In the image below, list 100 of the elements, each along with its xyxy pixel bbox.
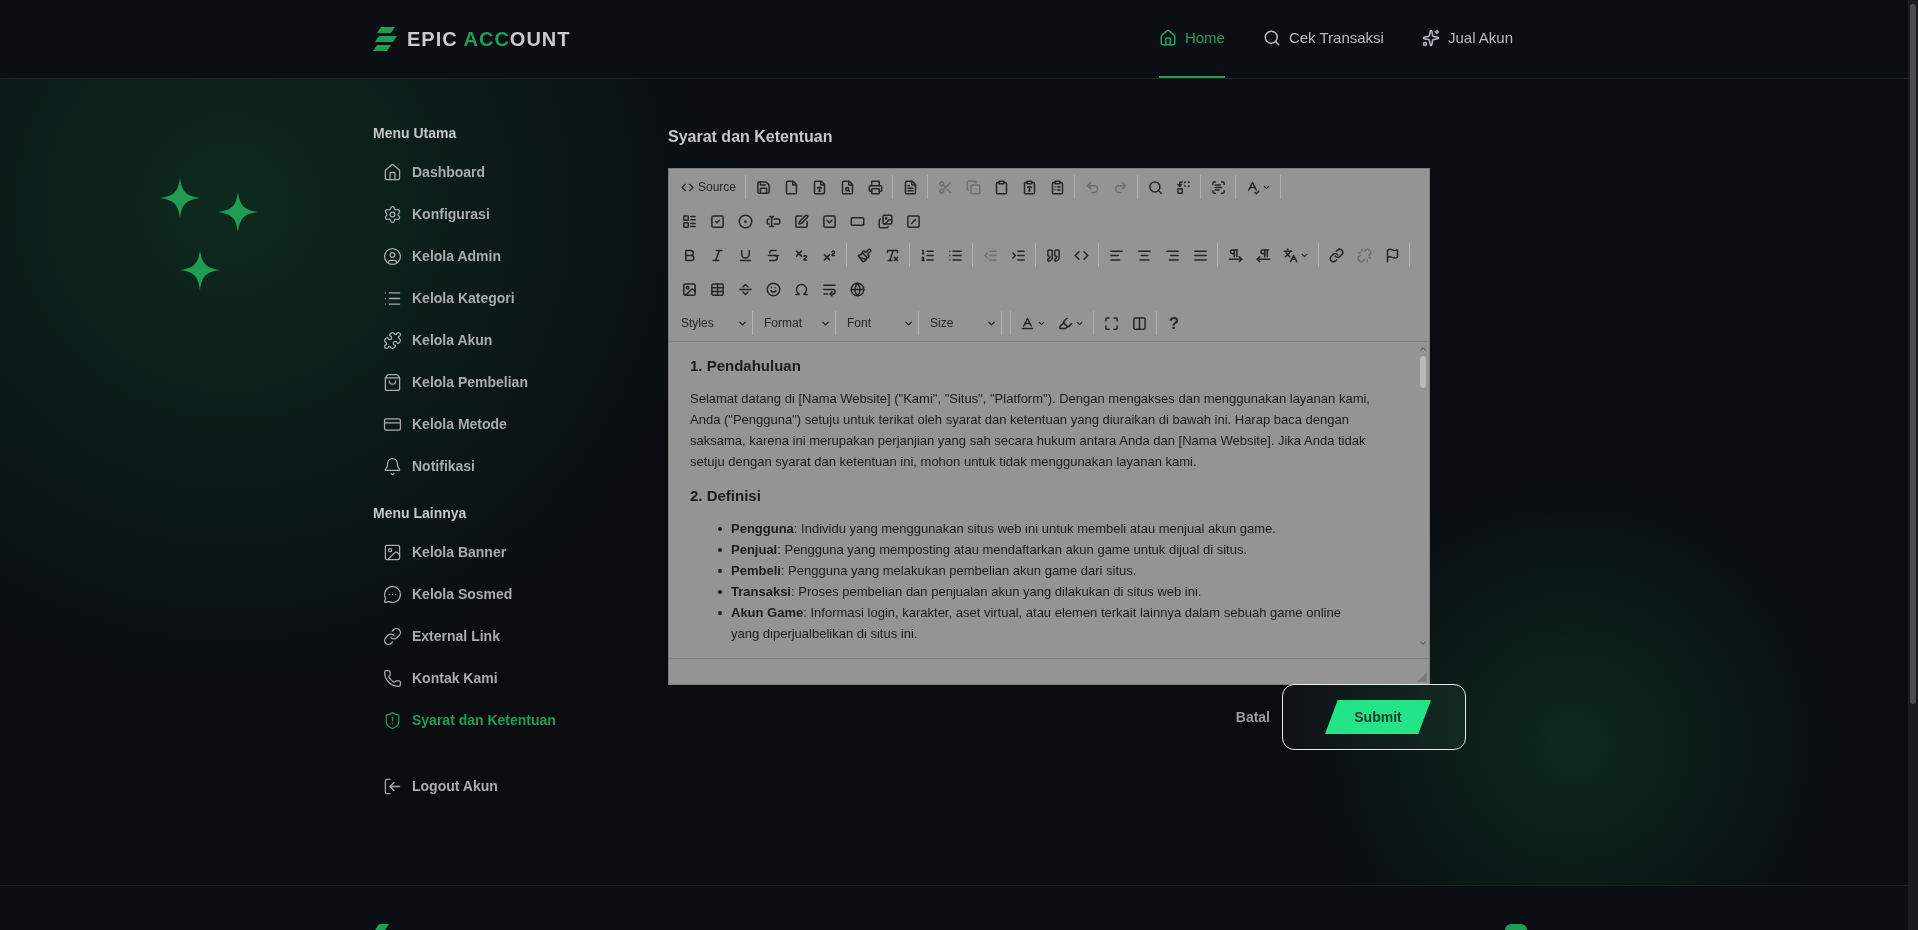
unlink-icon [1356,247,1372,263]
select-icon [821,213,837,229]
alignleft-icon [1108,247,1124,263]
list-item: Pengguna: Individu yang menggunakan situs web ini untuk membeli atau menjual akun game. [731,520,1276,538]
nav-link[interactable]: Cek Transaksi [1262,0,1384,78]
subscript-icon [793,247,809,263]
cancel-button[interactable]: Batal [1231,706,1274,728]
dropdown-select[interactable]: Size [926,311,1002,335]
bullet-icon [718,590,722,594]
newpage-icon [783,179,799,195]
list-item: Transaksi: Proses pembelian dan penjualan akun yang dilakukan di situs web ini. [731,583,1202,601]
sidebar-item[interactable]: Dashboard [373,151,668,193]
pasteword-icon [1049,179,1065,195]
pdf-icon [811,179,827,195]
hr-icon [737,281,753,297]
bag-icon [383,372,402,392]
sidebar-item[interactable]: External Link [373,615,668,657]
resize-handle-icon [1417,672,1427,682]
list-item: Penjual: Pengguna yang memposting atau mendaftarkan akun game untuk dijual di situs. [731,541,1247,559]
submit-button[interactable]: Submit [1325,700,1431,734]
superscript-icon [821,247,837,263]
showblocks-icon [1131,315,1147,331]
sidebar-item[interactable]: Kelola Akun [373,319,668,361]
logout-icon [383,776,402,796]
section-heading: Menu Utama [373,124,458,143]
anchor-icon [1384,247,1400,263]
copy-icon [965,179,981,195]
help-button[interactable]: ? [1162,311,1186,335]
paste-icon [993,179,1009,195]
list-item: Akun Game: Informasi login, karakter, aset virtual, atau elemen terkait lainnya dalam sebuah game online yang diperjualbelikan di situs ini. [731,604,1342,643]
dropdown-select[interactable]: Format [760,311,836,335]
dropdown-select[interactable]: Font [843,311,919,335]
strike-icon [765,247,781,263]
replace-icon [1175,179,1191,195]
scroll-down-icon [1418,638,1428,648]
puzzle-icon [383,330,402,350]
preview-icon [839,179,855,195]
dropdown-select[interactable]: Styles [677,311,753,335]
gear-icon [383,204,402,224]
specialchar-icon [793,281,809,297]
pastetext-icon [1021,179,1037,195]
checkbox-icon [709,213,725,229]
cut-icon [937,179,953,195]
sidebar-item[interactable]: Kelola Metode [373,403,668,445]
nav-link[interactable]: Jual Akun [1421,0,1513,78]
pagebreak-icon [821,281,837,297]
sidebar-item[interactable]: Syarat dan Ketentuan [373,699,668,741]
phone-icon [383,668,402,688]
logout-link[interactable]: Logout Akun [373,765,668,807]
link-icon [383,626,402,646]
link-icon [1328,247,1344,263]
page-title: Syarat dan Ketentuan [668,127,834,147]
sidebar-item[interactable]: Kelola Admin [373,235,668,277]
blockquote-icon [1045,247,1061,263]
copyformat-icon [856,247,872,263]
sidebar-item[interactable]: Kelola Kategori [373,277,668,319]
image-icon [383,542,402,562]
scroll-up-icon [1418,344,1428,354]
print-icon [867,179,883,195]
bell-icon [383,456,402,476]
spellcheck-icon [1245,179,1261,195]
textarea-icon [793,213,809,229]
justify-icon [1192,247,1208,263]
outdent-icon [982,247,998,263]
sidebar-item[interactable]: Kontak Kami [373,657,668,699]
removeformat-icon [884,247,900,263]
section-heading: Menu Lainnya [373,504,468,523]
home-icon [1158,29,1177,47]
undo-icon [1084,179,1100,195]
bgcolor-icon [1058,315,1073,331]
list-item: Pembeli: Pengguna yang melakukan pembelian akun game dari situs. [731,562,1137,580]
maximize-icon [1103,315,1119,331]
bullist-icon [947,247,963,263]
chat-icon [383,584,402,604]
user-icon [383,246,402,266]
sidebar-item[interactable]: Kelola Pembelian [373,361,668,403]
shield-icon [383,710,402,730]
smiley-icon [765,281,781,297]
alignright-icon [1164,247,1180,263]
sidebar-item[interactable]: Kelola Banner [373,531,668,573]
logo-text: EPIC ACCOUNT [407,27,571,52]
bullet-icon [718,527,722,531]
nav-link[interactable]: Home [1158,0,1225,78]
content-heading: 2. Definisi [690,486,762,506]
sidebar-item[interactable]: Konfigurasi [373,193,668,235]
indent-icon [1010,247,1026,263]
sidebar-item[interactable]: Kelola Sosmed [373,573,668,615]
sidebar-item[interactable]: Notifikasi [373,445,668,487]
textcolor-icon [1020,315,1035,331]
find-icon [1147,179,1163,195]
underline-icon [737,247,753,263]
form-icon [681,213,697,229]
image-icon [681,281,697,297]
bullet-icon [718,569,722,573]
language-icon [1283,247,1298,263]
source-button[interactable]: Source [677,175,741,199]
radio-icon [737,213,753,229]
content-heading: 1. Pendahuluan [690,356,802,376]
table-icon [709,281,725,297]
selectall-icon [1210,179,1226,195]
